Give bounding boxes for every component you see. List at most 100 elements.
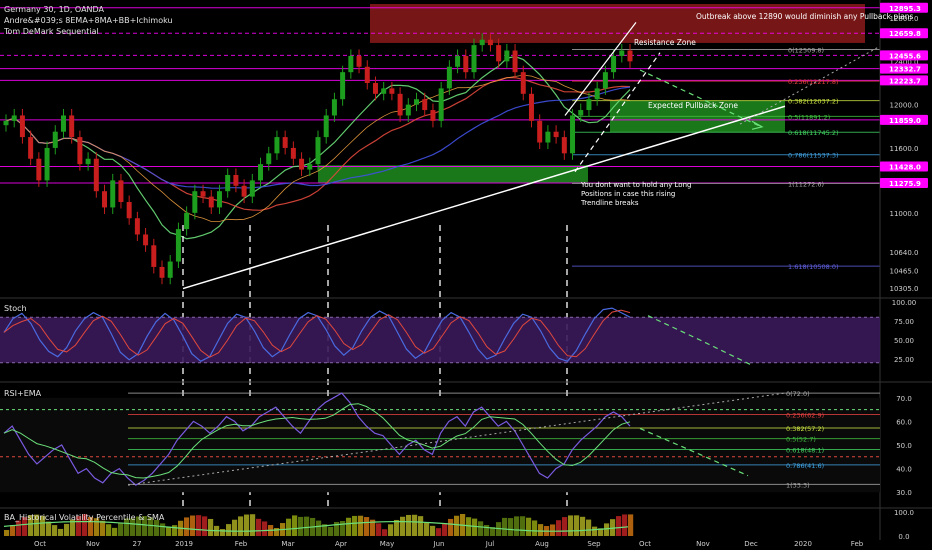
main-pane bbox=[0, 0, 880, 298]
hv-bar bbox=[412, 514, 418, 536]
rsi-bg bbox=[0, 397, 880, 493]
time-tick-label: Feb bbox=[851, 540, 864, 548]
trendline-note: Positions in case this rising bbox=[581, 190, 675, 198]
hv-bar bbox=[574, 515, 580, 536]
time-tick-label: Apr bbox=[335, 540, 347, 548]
candle-body bbox=[364, 66, 370, 83]
rsi-pane: 0(72.0) 0.236(62.9) 0.382(57.2) 0.5(52.7) 0.… bbox=[0, 390, 912, 497]
price-tag-label: 12659.8 bbox=[889, 30, 921, 38]
hv-bar bbox=[292, 515, 298, 536]
candle-body bbox=[496, 45, 502, 62]
time-tick-label: Mar bbox=[281, 540, 294, 548]
hv-bar bbox=[514, 516, 520, 536]
hv-tick-label: 100.0 bbox=[894, 509, 914, 517]
hv-bar bbox=[286, 518, 292, 536]
candle-body bbox=[93, 158, 99, 192]
hv-bar bbox=[202, 516, 208, 536]
candle-body bbox=[307, 164, 313, 170]
price-tick-label: 11000.0 bbox=[890, 210, 919, 218]
candle-body bbox=[85, 158, 91, 165]
time-tick-label: Nov bbox=[696, 540, 710, 548]
hv-bar bbox=[400, 516, 406, 536]
chart-title: Germany 30, 1D, OANDA bbox=[4, 5, 105, 14]
candle-body bbox=[545, 131, 551, 143]
price-tag-label: 12223.7 bbox=[889, 77, 921, 85]
rsi-tick-label: 30.0 bbox=[896, 489, 912, 497]
candle-body bbox=[110, 180, 116, 208]
candle-body bbox=[323, 115, 329, 138]
hv-bar bbox=[556, 520, 562, 536]
candle-body bbox=[512, 50, 518, 73]
hv-bar bbox=[418, 516, 424, 536]
hv-bar bbox=[52, 525, 58, 536]
hv-bar bbox=[244, 514, 250, 536]
fib-label: 0.382(12037.2) bbox=[788, 98, 839, 106]
candle-body bbox=[274, 137, 280, 154]
time-tick-label: Oct bbox=[639, 540, 651, 548]
candle-body bbox=[290, 147, 296, 159]
candle-body bbox=[52, 131, 58, 148]
candle-body bbox=[19, 115, 25, 138]
hv-bar bbox=[394, 519, 400, 536]
hv-bar bbox=[160, 523, 166, 536]
price-tag-label: 11275.9 bbox=[889, 180, 921, 188]
candle-body bbox=[348, 55, 354, 73]
hv-bar bbox=[238, 516, 244, 536]
candle-body bbox=[233, 174, 239, 186]
price-tag-label: 12455.6 bbox=[889, 52, 921, 60]
candle-body bbox=[143, 234, 149, 246]
hv-bar bbox=[616, 516, 622, 536]
candle-body bbox=[159, 266, 165, 278]
candle-body bbox=[570, 115, 576, 154]
rsi-fib-label: 1(33.3) bbox=[786, 481, 810, 489]
hv-bar bbox=[328, 526, 334, 536]
time-tick-label: Jul bbox=[485, 540, 495, 548]
hv-bar bbox=[604, 523, 610, 536]
hv-bar bbox=[508, 518, 514, 536]
time-tick-label: 27 bbox=[133, 540, 142, 548]
hv-bar bbox=[484, 524, 490, 536]
candle-body bbox=[627, 50, 633, 62]
rsi-fib-label: 0.786(41.6) bbox=[786, 462, 824, 470]
hv-bar bbox=[256, 518, 262, 536]
time-tick-label: Jun bbox=[433, 540, 445, 548]
time-tick-label: Sep bbox=[587, 540, 601, 548]
hv-bar bbox=[550, 524, 556, 536]
hv-bar bbox=[196, 515, 202, 536]
fib-label: 0(12509.8) bbox=[788, 46, 824, 54]
resistance-zone-label: Resistance Zone bbox=[634, 38, 696, 47]
hv-bar bbox=[448, 518, 454, 536]
zone-resistance bbox=[370, 4, 865, 43]
hv-bar bbox=[538, 524, 544, 536]
rsi-fib-label: 0.236(62.9) bbox=[786, 412, 824, 420]
hv-bar bbox=[190, 515, 196, 536]
hv-bar bbox=[622, 514, 628, 536]
hv-bar bbox=[628, 514, 634, 536]
candle-body bbox=[586, 99, 592, 111]
candle-body bbox=[28, 137, 34, 159]
candle-body bbox=[414, 99, 420, 105]
trendline-note: Trendline breaks bbox=[580, 199, 639, 207]
candle-body bbox=[520, 72, 526, 94]
stoch-pane: 100.00 75.00 50.00 25.00 bbox=[0, 299, 916, 365]
candle-body bbox=[611, 55, 617, 73]
trendline-note: You dont want to hold any Long bbox=[580, 181, 691, 189]
candle-body bbox=[397, 93, 403, 116]
hv-bar bbox=[10, 524, 16, 536]
candle-body bbox=[528, 93, 534, 121]
hv-bar bbox=[436, 528, 442, 536]
candle-body bbox=[561, 137, 567, 154]
candle-body bbox=[3, 120, 9, 126]
candle-body bbox=[331, 99, 337, 116]
candle-body bbox=[282, 137, 288, 148]
candle-body bbox=[438, 88, 444, 121]
hv-bar bbox=[352, 515, 358, 536]
hv-bar bbox=[454, 515, 460, 536]
hv-bar bbox=[106, 524, 112, 536]
stoch-tick-label: 75.00 bbox=[894, 318, 914, 326]
candle-body bbox=[167, 261, 173, 278]
hv-bar bbox=[304, 516, 310, 536]
chart-canvas: 0(12509.8) 0.236(12217.8) 0.382(12037.2) 0.… bbox=[0, 0, 932, 548]
hv-bar bbox=[592, 526, 598, 536]
outbreak-note: Outbreak above 12890 would diminish any … bbox=[696, 12, 914, 21]
